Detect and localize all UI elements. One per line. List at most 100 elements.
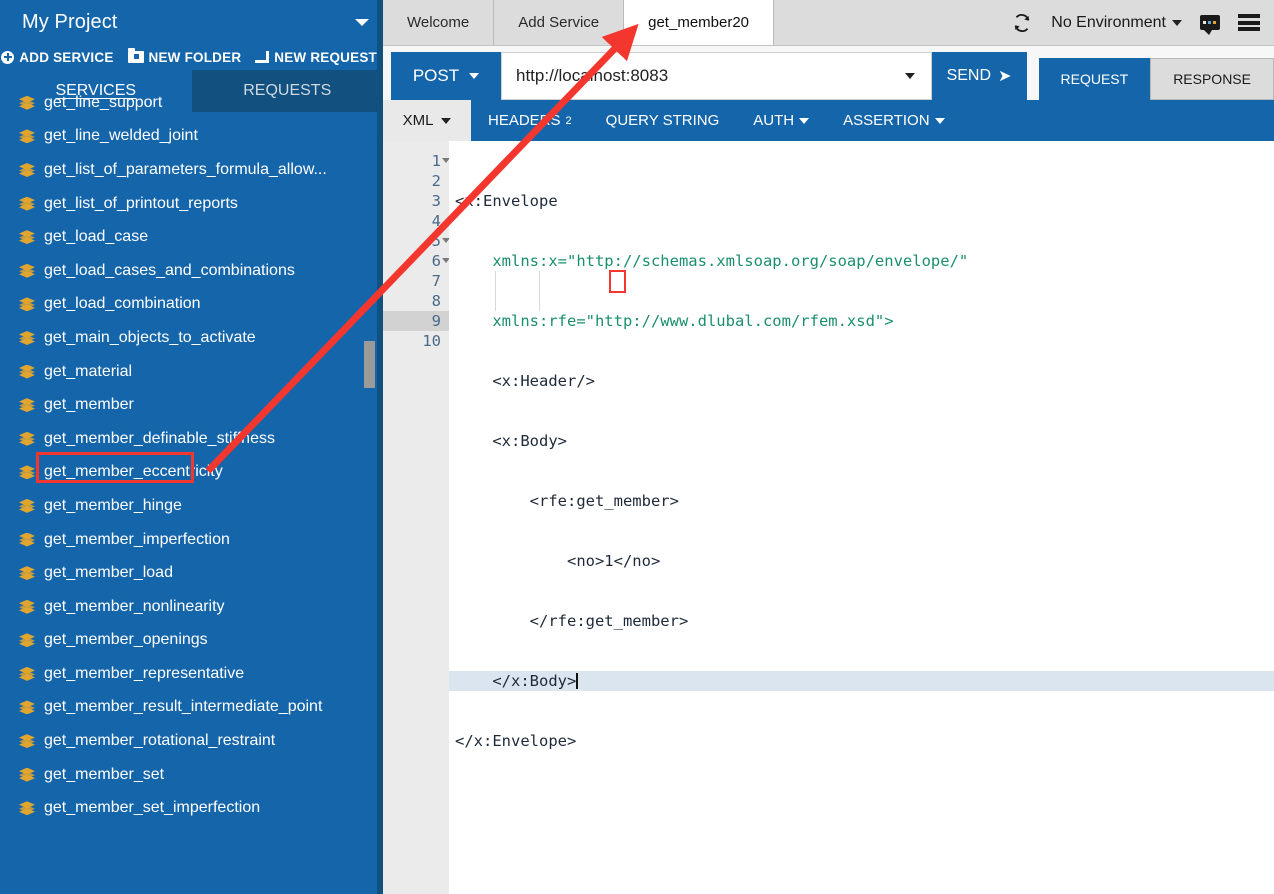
- service-item-get-member-set[interactable]: get_member_set: [0, 758, 383, 792]
- service-layers-icon: [19, 633, 35, 648]
- service-label: get_member_set: [44, 765, 165, 783]
- service-label: get_member_result_intermediate_point: [44, 698, 323, 716]
- text-cursor: [576, 673, 578, 689]
- service-layers-icon: [19, 566, 35, 581]
- chevron-down-icon: [904, 73, 915, 79]
- new-request-button[interactable]: NEW REQUEST: [255, 50, 377, 65]
- service-item-get-member-nonlinearity[interactable]: get_member_nonlinearity: [0, 590, 383, 624]
- send-label: SEND: [946, 67, 992, 84]
- environment-label: No Environment: [1051, 13, 1166, 31]
- service-label: get_member_load: [44, 564, 173, 582]
- service-label: get_line_welded_joint: [44, 127, 198, 145]
- chevron-down-icon: [1172, 19, 1182, 26]
- tab-request[interactable]: REQUEST: [1038, 58, 1151, 100]
- service-item-get-member-hinge[interactable]: get_member_hinge: [0, 489, 383, 523]
- body-type-selector[interactable]: XML: [383, 100, 471, 141]
- subtab-query-string[interactable]: QUERY STRING: [589, 100, 737, 141]
- indent-guide: [539, 271, 540, 311]
- service-item-get-list-of-printout-reports[interactable]: get_list_of_printout_reports: [0, 187, 383, 221]
- chevron-down-icon: [799, 117, 810, 124]
- main-panel: Welcome Add Service get_member20 No Envi…: [383, 0, 1274, 894]
- request-url-bar: POST SEND ➤ REQUEST RESPONSE: [383, 46, 1274, 100]
- service-layers-icon: [19, 196, 35, 211]
- code-line: <x:Header/>: [455, 372, 595, 390]
- code-line: <no>1</no>: [455, 552, 661, 570]
- xml-body-editor[interactable]: 1 2 3 4 5 6 7 8 9 10 <x:Envelope xmlns:x…: [383, 141, 1274, 894]
- subtab-assertion[interactable]: ASSERTION: [826, 100, 961, 141]
- chevron-down-icon: [441, 117, 452, 124]
- http-method-selector[interactable]: POST: [391, 52, 501, 100]
- url-history-dropdown[interactable]: [889, 73, 931, 79]
- subtab-assertion-label: ASSERTION: [843, 112, 930, 129]
- document-tab-bar: Welcome Add Service get_member20 No Envi…: [383, 0, 1274, 46]
- service-layers-icon: [19, 767, 35, 782]
- service-item-get-list-of-parameters-formula-allow[interactable]: get_list_of_parameters_formula_allow...: [0, 153, 383, 187]
- service-item-get-member[interactable]: get_member: [0, 388, 383, 422]
- subtab-headers-label: HEADERS: [488, 112, 561, 129]
- service-label: get_load_combination: [44, 295, 201, 313]
- service-item-get-member-representative[interactable]: get_member_representative: [0, 657, 383, 691]
- service-layers-icon: [19, 431, 35, 446]
- service-item-get-member-result-intermediate-point[interactable]: get_member_result_intermediate_point: [0, 691, 383, 725]
- service-item-get-member-set-imperfection[interactable]: get_member_set_imperfection: [0, 791, 383, 825]
- project-title: My Project: [22, 10, 118, 33]
- service-list[interactable]: get_line_support get_line_welded_joint g…: [0, 86, 383, 894]
- service-label: get_member_definable_stiffness: [44, 429, 275, 447]
- service-item-get-member-openings[interactable]: get_member_openings: [0, 624, 383, 658]
- chevron-down-icon[interactable]: [355, 18, 369, 26]
- hamburger-menu-icon[interactable]: [1238, 14, 1260, 31]
- service-label: get_member_set_imperfection: [44, 799, 261, 817]
- service-layers-icon: [19, 364, 35, 379]
- project-header: My Project: [0, 0, 383, 44]
- code-line: <x:Body>: [455, 432, 567, 450]
- sidebar-scrollbar-thumb[interactable]: [364, 341, 375, 388]
- chevron-down-icon: [934, 117, 945, 124]
- send-button[interactable]: SEND ➤: [931, 52, 1027, 100]
- service-item-get-member-imperfection[interactable]: get_member_imperfection: [0, 523, 383, 557]
- editor-code-area[interactable]: <x:Envelope xmlns:x="http://schemas.xmls…: [449, 141, 1274, 894]
- new-folder-button[interactable]: NEW FOLDER: [127, 48, 242, 65]
- service-label: get_list_of_parameters_formula_allow...: [44, 160, 327, 178]
- tab-response[interactable]: RESPONSE: [1150, 58, 1274, 100]
- headers-count-badge: 2: [565, 114, 572, 127]
- tab-welcome[interactable]: Welcome: [383, 0, 495, 45]
- service-layers-icon: [19, 498, 35, 513]
- url-input[interactable]: [502, 66, 889, 86]
- service-layers-icon: [19, 666, 35, 681]
- subtab-headers[interactable]: HEADERS 2: [471, 100, 589, 141]
- service-item-get-load-cases-and-combinations[interactable]: get_load_cases_and_combinations: [0, 254, 383, 288]
- service-item-get-member-definable-stiffness[interactable]: get_member_definable_stiffness: [0, 422, 383, 456]
- topbar-actions: No Environment: [1011, 0, 1274, 45]
- service-item-get-line-support[interactable]: get_line_support: [0, 86, 383, 120]
- request-subtabs: XML HEADERS 2 QUERY STRING AUTH ASSERTIO…: [383, 100, 1274, 141]
- line-number: 8: [431, 292, 441, 310]
- add-service-label: ADD SERVICE: [19, 49, 114, 65]
- service-item-get-member-load[interactable]: get_member_load: [0, 556, 383, 590]
- code-line: xmlns:x="http://schemas.xmlsoap.org/soap…: [455, 252, 969, 270]
- http-method-label: POST: [412, 66, 460, 85]
- environment-selector[interactable]: No Environment: [1051, 14, 1182, 32]
- code-line: <rfe:get_member>: [455, 492, 679, 510]
- line-number: 3: [431, 192, 441, 210]
- service-item-get-member-rotational-restraint[interactable]: get_member_rotational_restraint: [0, 724, 383, 758]
- sync-refresh-icon[interactable]: [1011, 12, 1033, 34]
- tab-get-member20[interactable]: get_member20: [624, 0, 775, 45]
- service-item-get-line-welded-joint[interactable]: get_line_welded_joint: [0, 120, 383, 154]
- tab-add-service[interactable]: Add Service: [494, 0, 625, 45]
- service-item-get-material[interactable]: get_material: [0, 355, 383, 389]
- service-label: get_member_representative: [44, 664, 245, 682]
- comment-bubble-icon[interactable]: [1200, 15, 1220, 35]
- annotation-box-get-member: [36, 452, 194, 483]
- service-item-get-load-case[interactable]: get_load_case: [0, 220, 383, 254]
- add-service-button[interactable]: ADD SERVICE: [1, 50, 113, 65]
- service-item-get-main-objects-to-activate[interactable]: get_main_objects_to_activate: [0, 321, 383, 355]
- service-label: get_load_cases_and_combinations: [44, 261, 295, 279]
- code-line: <x:Envelope: [455, 192, 558, 210]
- subtab-auth[interactable]: AUTH: [736, 100, 826, 141]
- service-label: get_member_rotational_restraint: [44, 732, 276, 750]
- project-actions-toolbar: ADD SERVICE NEW FOLDER NEW REQUEST: [0, 44, 383, 70]
- service-item-get-load-combination[interactable]: get_load_combination: [0, 288, 383, 322]
- service-label: get_line_support: [44, 93, 163, 111]
- service-layers-icon: [19, 801, 35, 816]
- service-layers-icon: [19, 398, 35, 413]
